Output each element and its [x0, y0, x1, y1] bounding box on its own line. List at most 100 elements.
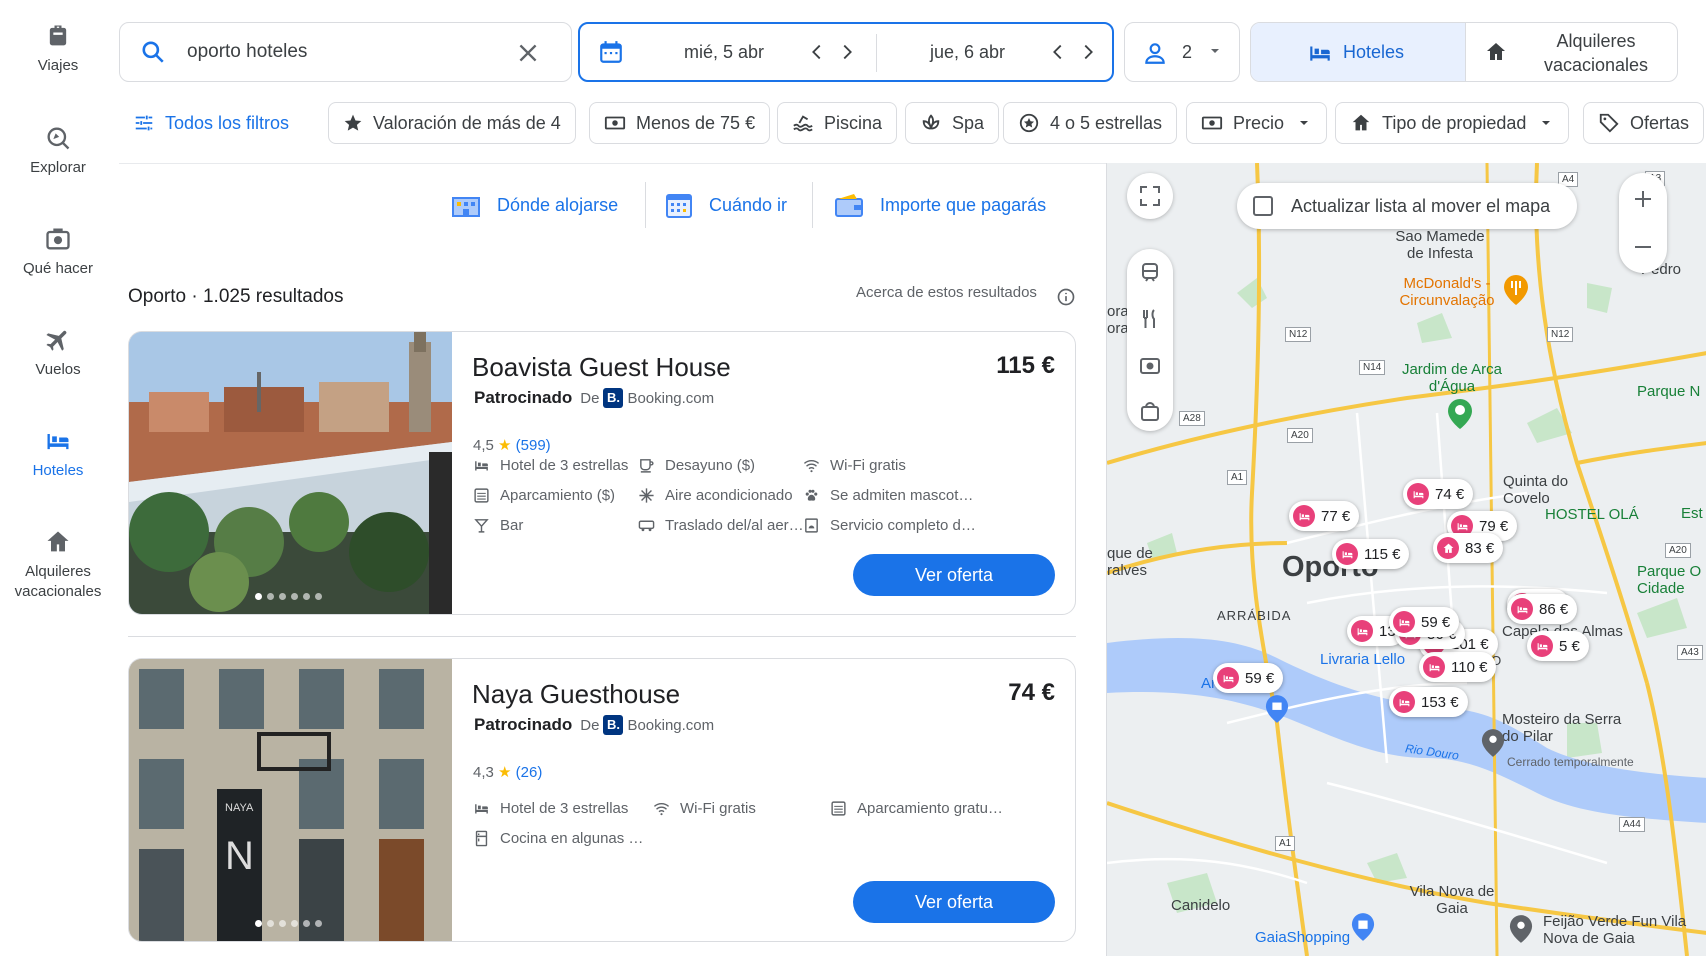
hotel-card[interactable]: NAYA N Naya Guesthouse 74 € Patrocinado …: [128, 658, 1076, 942]
rail-item-explore[interactable]: Explorar: [0, 124, 116, 178]
tune-icon: [135, 115, 153, 131]
rail-label: Explorar: [30, 159, 86, 176]
road-tag: A20: [1287, 428, 1313, 443]
hotel-name[interactable]: Boavista Guest House: [472, 352, 731, 383]
map-label: que de ralves: [1107, 545, 1153, 579]
zoom-out-icon[interactable]: [1631, 235, 1655, 259]
shuttle-icon: [638, 520, 655, 532]
photo-pager[interactable]: [255, 920, 322, 927]
price-under-chip[interactable]: Menos de 75 €: [589, 102, 771, 144]
price-you-pay-link[interactable]: Importe que pagarás: [834, 188, 1046, 222]
chip-label: 4 o 5 estrellas: [1050, 112, 1163, 133]
checkbox[interactable]: [1253, 196, 1273, 216]
transit-icon[interactable]: [1138, 261, 1162, 285]
road-tag: A44: [1619, 817, 1645, 832]
pin-price: 59 €: [1421, 613, 1451, 631]
price-pin[interactable]: 86 €: [1507, 594, 1578, 624]
sponsored-label: Patrocinado: [474, 715, 573, 734]
update-on-move-toggle[interactable]: Actualizar lista al mover el mapa: [1237, 183, 1577, 229]
restaurant-icon[interactable]: [1138, 307, 1162, 331]
price-pin[interactable]: 83 €: [1433, 533, 1504, 563]
tab-label: Dónde alojarse: [497, 194, 619, 215]
camera-icon[interactable]: [1138, 353, 1162, 377]
zoom-controls: [1619, 173, 1667, 273]
hotel-name[interactable]: Naya Guesthouse: [472, 679, 680, 710]
price-pin[interactable]: 77 €: [1289, 501, 1360, 531]
fullscreen-button[interactable]: [1127, 173, 1173, 219]
rail-item-flights[interactable]: Vuelos: [0, 326, 116, 380]
checkout-date[interactable]: jue, 6 abr: [930, 42, 1005, 63]
checkin-date[interactable]: mié, 5 abr: [684, 42, 764, 63]
road-tag: N14: [1359, 360, 1386, 375]
search-box[interactable]: oporto hoteles: [119, 22, 572, 82]
chevron-right-icon[interactable]: [836, 41, 858, 63]
hotel-photo[interactable]: [129, 332, 452, 615]
zoom-in-icon[interactable]: [1631, 187, 1655, 211]
close-icon[interactable]: [515, 40, 541, 66]
view-offer-button[interactable]: Ver oferta: [853, 881, 1055, 923]
about-results-link[interactable]: Acerca de estos resultados: [856, 284, 1037, 301]
rail-label: Viajes: [37, 57, 79, 74]
road-tag: A1: [1227, 470, 1248, 485]
map-label: Cerrado temporalmente: [1507, 755, 1634, 769]
bed-icon: [1407, 483, 1429, 505]
photo-pager[interactable]: [255, 593, 322, 600]
map-label: GaiaShopping: [1255, 929, 1351, 946]
rail-item-vacation-rentals[interactable]: Alquileres vacacionales: [0, 528, 116, 602]
explore-icon: [47, 127, 70, 150]
chip-label: Tipo de propiedad: [1382, 112, 1527, 133]
price-pin[interactable]: 110 €: [1419, 652, 1497, 682]
stars-filter-chip[interactable]: 4 o 5 estrellas: [1003, 102, 1178, 144]
price-pin[interactable]: 115 €: [1332, 539, 1410, 569]
left-rail: Viajes Explorar Qué hacer Vuelos Hoteles…: [0, 0, 116, 956]
chevron-left-icon[interactable]: [806, 41, 828, 63]
price-pin[interactable]: 59 €: [1213, 663, 1284, 693]
sponsored-line: Patrocinado De B. Booking.com: [474, 388, 714, 408]
map-label: HOSTEL OLÁ: [1545, 506, 1639, 523]
map-panel[interactable]: N12 N14 A20 A1 A4 A3 A20 A43 A44 A28 N12…: [1106, 163, 1706, 956]
hotel-card[interactable]: Boavista Guest House 115 € Patrocinado D…: [128, 331, 1076, 615]
view-offer-button[interactable]: Ver oferta: [853, 554, 1055, 596]
property-type-chip[interactable]: Tipo de propiedad: [1335, 102, 1570, 144]
hotels-toggle-button[interactable]: Hoteles: [1251, 23, 1465, 81]
rentals-toggle-button[interactable]: Alquileres vacacionales: [1465, 23, 1677, 81]
amenity: Aire acondicionado: [638, 487, 793, 504]
chevron-right-icon[interactable]: [1077, 41, 1099, 63]
review-count[interactable]: (599): [516, 437, 551, 454]
amenity-label: Aparcamiento ($): [500, 487, 616, 504]
rail-label: Vuelos: [35, 361, 81, 378]
sponsored-label: Patrocinado: [474, 388, 573, 407]
map-label: Livraria Lello: [1320, 651, 1406, 668]
rail-item-travel[interactable]: Viajes: [0, 22, 116, 76]
pin-price: 74 €: [1435, 485, 1465, 503]
price-pin[interactable]: 59 €: [1389, 607, 1460, 637]
rail-item-hotels[interactable]: Hoteles: [0, 427, 116, 481]
bar-icon: [474, 519, 489, 533]
where-to-stay-link[interactable]: Dónde alojarse: [451, 188, 618, 222]
chip-label: Precio: [1233, 112, 1285, 133]
price-dropdown-chip[interactable]: Precio: [1186, 102, 1328, 144]
price-pin[interactable]: 74 €: [1403, 479, 1474, 509]
guests-selector[interactable]: 2: [1124, 22, 1240, 82]
chevron-left-icon[interactable]: [1047, 41, 1069, 63]
price-pin[interactable]: 5 €: [1527, 631, 1589, 661]
map-label: Parque N: [1637, 383, 1701, 400]
amenity: Desayuno ($): [638, 457, 755, 474]
info-icon[interactable]: [1056, 287, 1076, 307]
review-count[interactable]: (26): [516, 764, 543, 781]
when-to-go-link[interactable]: Cuándo ir: [665, 188, 787, 222]
rating-filter-chip[interactable]: Valoración de más de 4: [328, 102, 576, 144]
all-filters-button[interactable]: Todos los filtros: [119, 102, 303, 144]
house-icon: [1437, 537, 1459, 559]
amenity: Cocina en algunas …: [473, 830, 643, 847]
caret-down-icon: [1211, 49, 1219, 53]
spa-filter-chip[interactable]: Spa: [905, 102, 1000, 144]
shopping-bag-icon[interactable]: [1138, 399, 1162, 423]
pool-filter-chip[interactable]: Piscina: [777, 102, 898, 144]
hotel-photo[interactable]: NAYA N: [129, 659, 452, 942]
search-input[interactable]: oporto hoteles: [187, 41, 307, 63]
price-pin[interactable]: 153 €: [1389, 687, 1468, 717]
deals-filter-chip[interactable]: Ofertas: [1583, 102, 1705, 144]
date-picker[interactable]: mié, 5 abr jue, 6 abr: [578, 22, 1114, 82]
rail-item-things-to-do[interactable]: Qué hacer: [0, 225, 116, 279]
